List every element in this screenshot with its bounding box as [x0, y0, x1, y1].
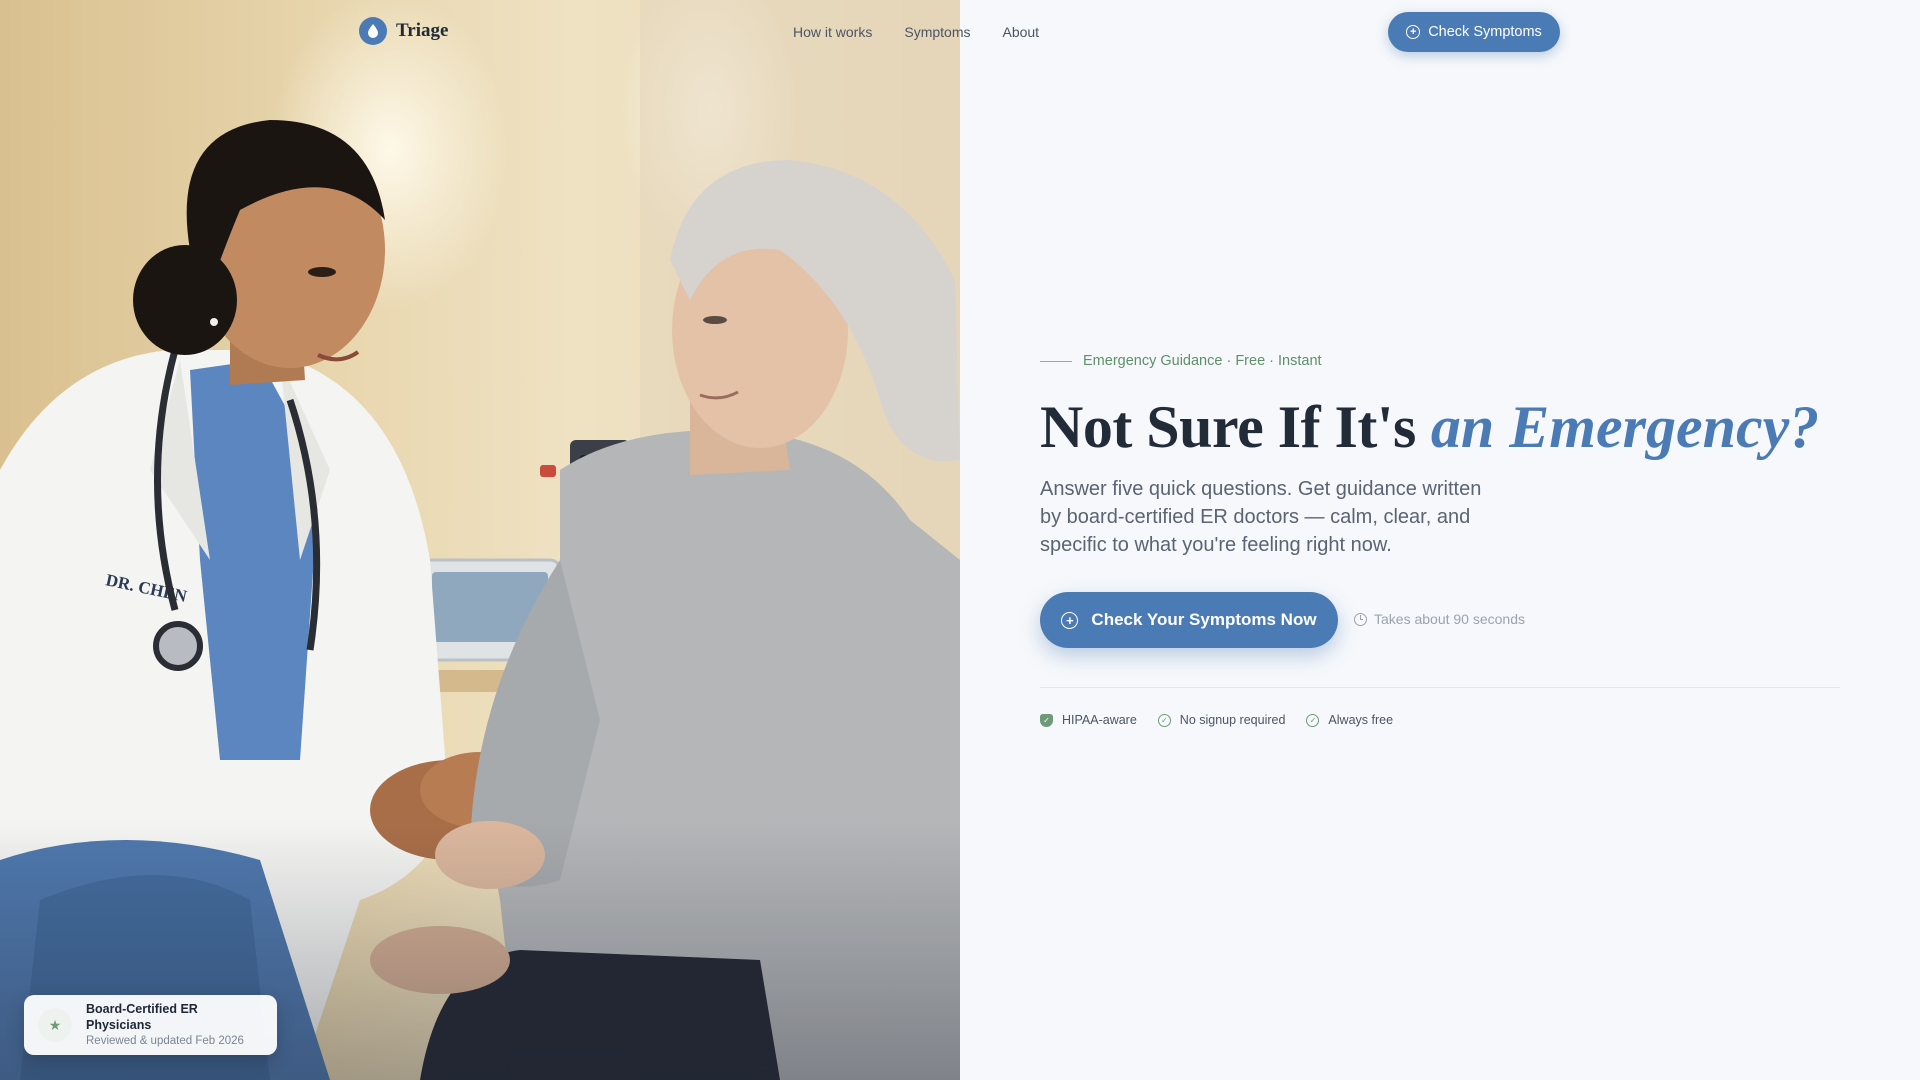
- nav-link-about[interactable]: About: [1002, 24, 1039, 40]
- check-symptoms-label: Check Symptoms: [1428, 24, 1542, 40]
- check-circle-icon: ✓: [1306, 713, 1320, 727]
- check-your-symptoms-now-button[interactable]: + Check Your Symptoms Now: [1040, 592, 1338, 648]
- physicians-badge: ★ Board-Certified ER Physicians Reviewed…: [24, 995, 277, 1055]
- trust-label: HIPAA-aware: [1062, 713, 1137, 727]
- headline-accent: an Emergency?: [1430, 394, 1820, 460]
- trust-label: No signup required: [1179, 713, 1286, 727]
- eyebrow-rule: [1040, 360, 1072, 362]
- hero-divider: [1040, 687, 1840, 688]
- brand-name: Triage: [396, 20, 449, 41]
- check-symptoms-button[interactable]: + Check Symptoms: [1388, 12, 1560, 52]
- trust-item-no-signup: ✓ No signup required: [1157, 713, 1286, 727]
- plus-circle-icon: +: [1406, 25, 1421, 39]
- shield-check-icon: ✓: [1040, 713, 1053, 727]
- badge-title: Board-Certified ER Physicians: [86, 1002, 198, 1032]
- clock-icon: [1354, 612, 1367, 626]
- hero-photo: DR. CHEN ★ Board-Certified ER Physicians…: [0, 0, 960, 1080]
- trust-label: Always free: [1328, 713, 1394, 727]
- trust-item-free: ✓ Always free: [1306, 713, 1393, 727]
- time-estimate: Takes about 90 seconds: [1354, 611, 1525, 627]
- eyebrow-text: Emergency Guidance · Free · Instant: [1083, 353, 1322, 369]
- hero-lead: Answer five quick questions. Get guidanc…: [1040, 478, 1482, 556]
- cta-label: Check Your Symptoms Now: [1091, 610, 1317, 629]
- badge-subtitle: Reviewed & updated Feb 2026: [86, 1035, 244, 1047]
- nav-link-how-it-works[interactable]: How it works: [793, 24, 872, 40]
- check-circle-icon: ✓: [1157, 713, 1171, 727]
- main-nav: How it works Symptoms About: [793, 24, 1071, 40]
- nav-link-symptoms[interactable]: Symptoms: [904, 24, 970, 40]
- trust-indicators: ✓ HIPAA-aware ✓ No signup required ✓ Alw…: [1040, 713, 1414, 727]
- droplet-icon: [359, 17, 387, 45]
- star-icon: ★: [38, 1008, 72, 1042]
- plus-circle-icon: +: [1061, 611, 1079, 629]
- brand-logo[interactable]: Triage: [359, 17, 448, 45]
- trust-item-hipaa: ✓ HIPAA-aware: [1040, 713, 1137, 727]
- headline-main: Not Sure If It's: [1040, 394, 1416, 460]
- hero-eyebrow: Emergency Guidance · Free · Instant: [1040, 353, 1322, 369]
- time-estimate-text: Takes about 90 seconds: [1374, 611, 1525, 627]
- hero-headline: Not Sure If It's an Emergency?: [1040, 392, 1819, 462]
